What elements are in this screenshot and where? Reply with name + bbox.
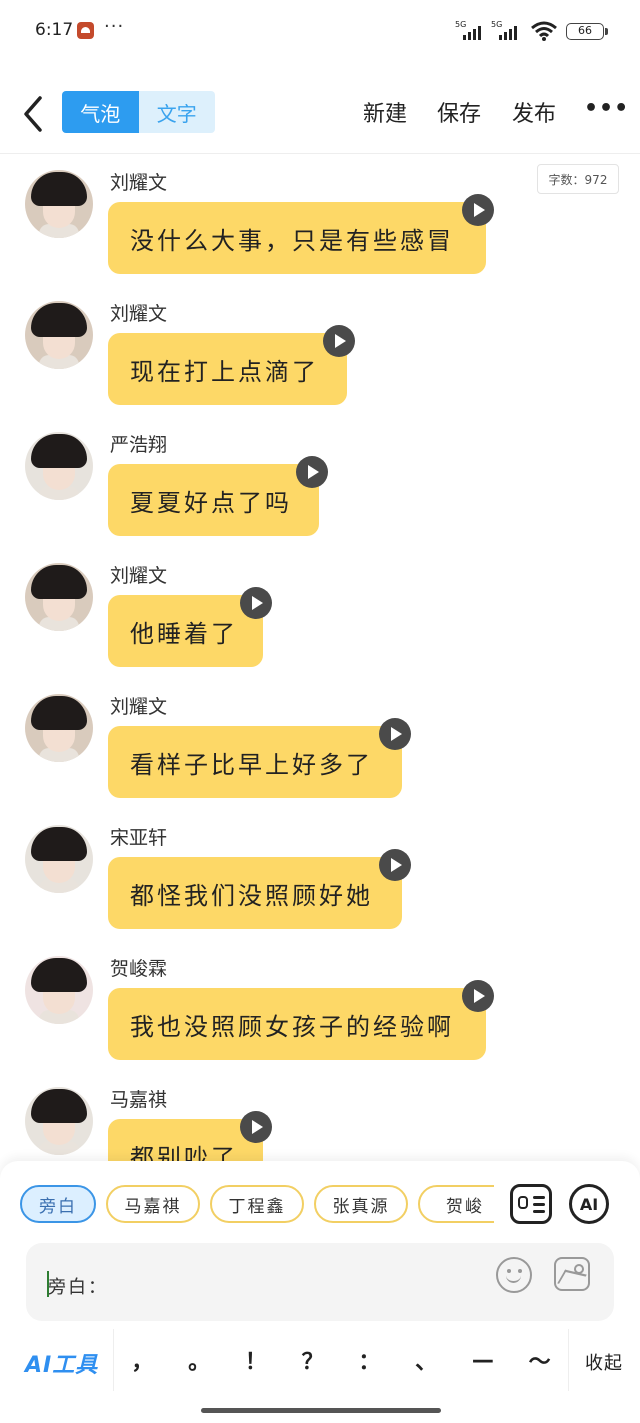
message-item[interactable]: 刘耀文 他睡着了 <box>0 549 640 669</box>
tab-bubble[interactable]: 气泡 <box>62 91 139 133</box>
sender-name: 马嘉祺 <box>110 1089 168 1111</box>
play-audio-icon[interactable] <box>462 980 494 1012</box>
message-item[interactable]: 刘耀文 现在打上点滴了 <box>0 287 640 407</box>
avatar[interactable] <box>25 956 93 1024</box>
play-audio-icon[interactable] <box>462 194 494 226</box>
sender-name: 刘耀文 <box>110 303 168 325</box>
battery-icon: 66 <box>566 23 608 40</box>
message-bubble[interactable]: 他睡着了 <box>108 587 272 667</box>
punct-dash[interactable]: — <box>463 1348 503 1373</box>
ai-button[interactable]: AI <box>569 1184 609 1224</box>
avatar[interactable] <box>25 825 93 893</box>
cellular-signal-icon-2: 5G <box>491 20 525 40</box>
role-selector: 旁白 马嘉祺 丁程鑫 张真源 贺峻 <box>20 1185 494 1225</box>
punct-colon[interactable]: ： <box>349 1344 389 1376</box>
message-text: 都怪我们没照顾好她 <box>130 881 373 910</box>
status-more: ··· <box>104 16 125 37</box>
emoji-icon[interactable] <box>496 1257 532 1293</box>
message-text: 都别吵了 <box>130 1143 238 1162</box>
avatar[interactable] <box>25 563 93 631</box>
sender-name: 贺峻霖 <box>110 958 168 980</box>
role-chip[interactable]: 张真源 <box>314 1185 408 1223</box>
avatar[interactable] <box>25 170 93 238</box>
collapse-button[interactable]: 收起 <box>585 1349 623 1375</box>
punct-question[interactable]: ？ <box>293 1344 333 1376</box>
message-bubble[interactable]: 夏夏好点了吗 <box>108 456 328 536</box>
sender-name: 刘耀文 <box>110 696 168 718</box>
chat-list[interactable]: 刘耀文 没什么大事，只是有些感冒 刘耀文 现在打上点滴了 严浩翔 夏夏好点了吗 … <box>0 156 640 1161</box>
punctuation-bar: ， 。 ！ ？ ： 、 — ～ <box>113 1329 569 1391</box>
message-bubble[interactable]: 现在打上点滴了 <box>108 325 355 405</box>
play-audio-icon[interactable] <box>240 587 272 619</box>
message-bubble[interactable]: 我也没照顾女孩子的经验啊 <box>108 980 494 1060</box>
ai-tools-button[interactable]: AI工具 <box>25 1347 98 1379</box>
top-toolbar: 气泡 文字 新建 保存 发布 ••• <box>0 76 640 154</box>
punct-tilde[interactable]: ～ <box>520 1344 560 1376</box>
message-bubble[interactable]: 都怪我们没照顾好她 <box>108 849 411 929</box>
message-bubble[interactable]: 没什么大事，只是有些感冒 <box>108 194 494 274</box>
message-input[interactable]: 旁白： <box>26 1243 614 1321</box>
message-bubble[interactable]: 都别吵了 <box>108 1111 272 1162</box>
role-chip[interactable]: 丁程鑫 <box>210 1185 304 1223</box>
punct-period[interactable]: 。 <box>179 1344 219 1376</box>
home-indicator[interactable] <box>201 1408 441 1413</box>
message-text: 夏夏好点了吗 <box>130 488 292 517</box>
avatar[interactable] <box>25 694 93 762</box>
message-text: 我也没照顾女孩子的经验啊 <box>130 1012 454 1041</box>
message-item[interactable]: 刘耀文 看样子比早上好多了 <box>0 680 640 800</box>
status-time: 6:17 <box>35 20 74 40</box>
avatar[interactable] <box>25 1087 93 1155</box>
play-audio-icon[interactable] <box>379 718 411 750</box>
image-icon[interactable] <box>554 1257 590 1291</box>
message-text: 没什么大事，只是有些感冒 <box>130 226 454 255</box>
sender-name: 刘耀文 <box>110 565 168 587</box>
app-notification-icon <box>77 22 94 39</box>
message-item[interactable]: 贺峻霖 我也没照顾女孩子的经验啊 <box>0 942 640 1062</box>
avatar[interactable] <box>25 301 93 369</box>
mode-toggle: 气泡 文字 <box>62 91 215 133</box>
message-text: 看样子比早上好多了 <box>130 750 373 779</box>
message-item[interactable]: 宋亚轩 都怪我们没照顾好她 <box>0 811 640 931</box>
play-audio-icon[interactable] <box>296 456 328 488</box>
play-audio-icon[interactable] <box>323 325 355 357</box>
status-bar: 6:17 ··· 5G 5G 66 <box>0 0 640 64</box>
sender-name: 刘耀文 <box>110 172 168 194</box>
play-audio-icon[interactable] <box>240 1111 272 1143</box>
more-options-icon[interactable]: ••• <box>584 96 629 121</box>
message-item[interactable]: 马嘉祺 都别吵了 <box>0 1073 640 1161</box>
message-bubble[interactable]: 看样子比早上好多了 <box>108 718 411 798</box>
message-text: 他睡着了 <box>130 619 238 648</box>
back-arrow-icon[interactable] <box>18 94 48 134</box>
input-text[interactable]: 旁白： <box>48 1273 108 1299</box>
cellular-signal-icon: 5G <box>455 20 489 40</box>
message-text: 现在打上点滴了 <box>130 357 319 386</box>
sender-name: 宋亚轩 <box>110 827 168 849</box>
punct-exclamation[interactable]: ！ <box>236 1344 276 1376</box>
role-chip[interactable]: 马嘉祺 <box>106 1185 200 1223</box>
role-chip-narration[interactable]: 旁白 <box>20 1185 96 1223</box>
word-count: 字数：972 <box>537 164 619 194</box>
punct-enumeration-comma[interactable]: 、 <box>406 1344 446 1376</box>
role-chip[interactable]: 贺峻 <box>418 1185 494 1223</box>
wifi-icon <box>531 21 557 41</box>
save-button[interactable]: 保存 <box>437 96 481 128</box>
punct-comma[interactable]: ， <box>122 1344 162 1376</box>
play-audio-icon[interactable] <box>379 849 411 881</box>
message-item[interactable]: 严浩翔 夏夏好点了吗 <box>0 418 640 538</box>
tab-text[interactable]: 文字 <box>138 91 215 133</box>
new-button[interactable]: 新建 <box>363 96 407 128</box>
input-panel: 旁白 马嘉祺 丁程鑫 张真源 贺峻 AI 旁白： AI工具 ， 。 ！ ？ ： 、 — … <box>0 1161 640 1423</box>
sender-name: 严浩翔 <box>110 434 168 456</box>
avatar[interactable] <box>25 432 93 500</box>
publish-button[interactable]: 发布 <box>512 96 556 128</box>
character-card-icon[interactable] <box>510 1184 552 1224</box>
